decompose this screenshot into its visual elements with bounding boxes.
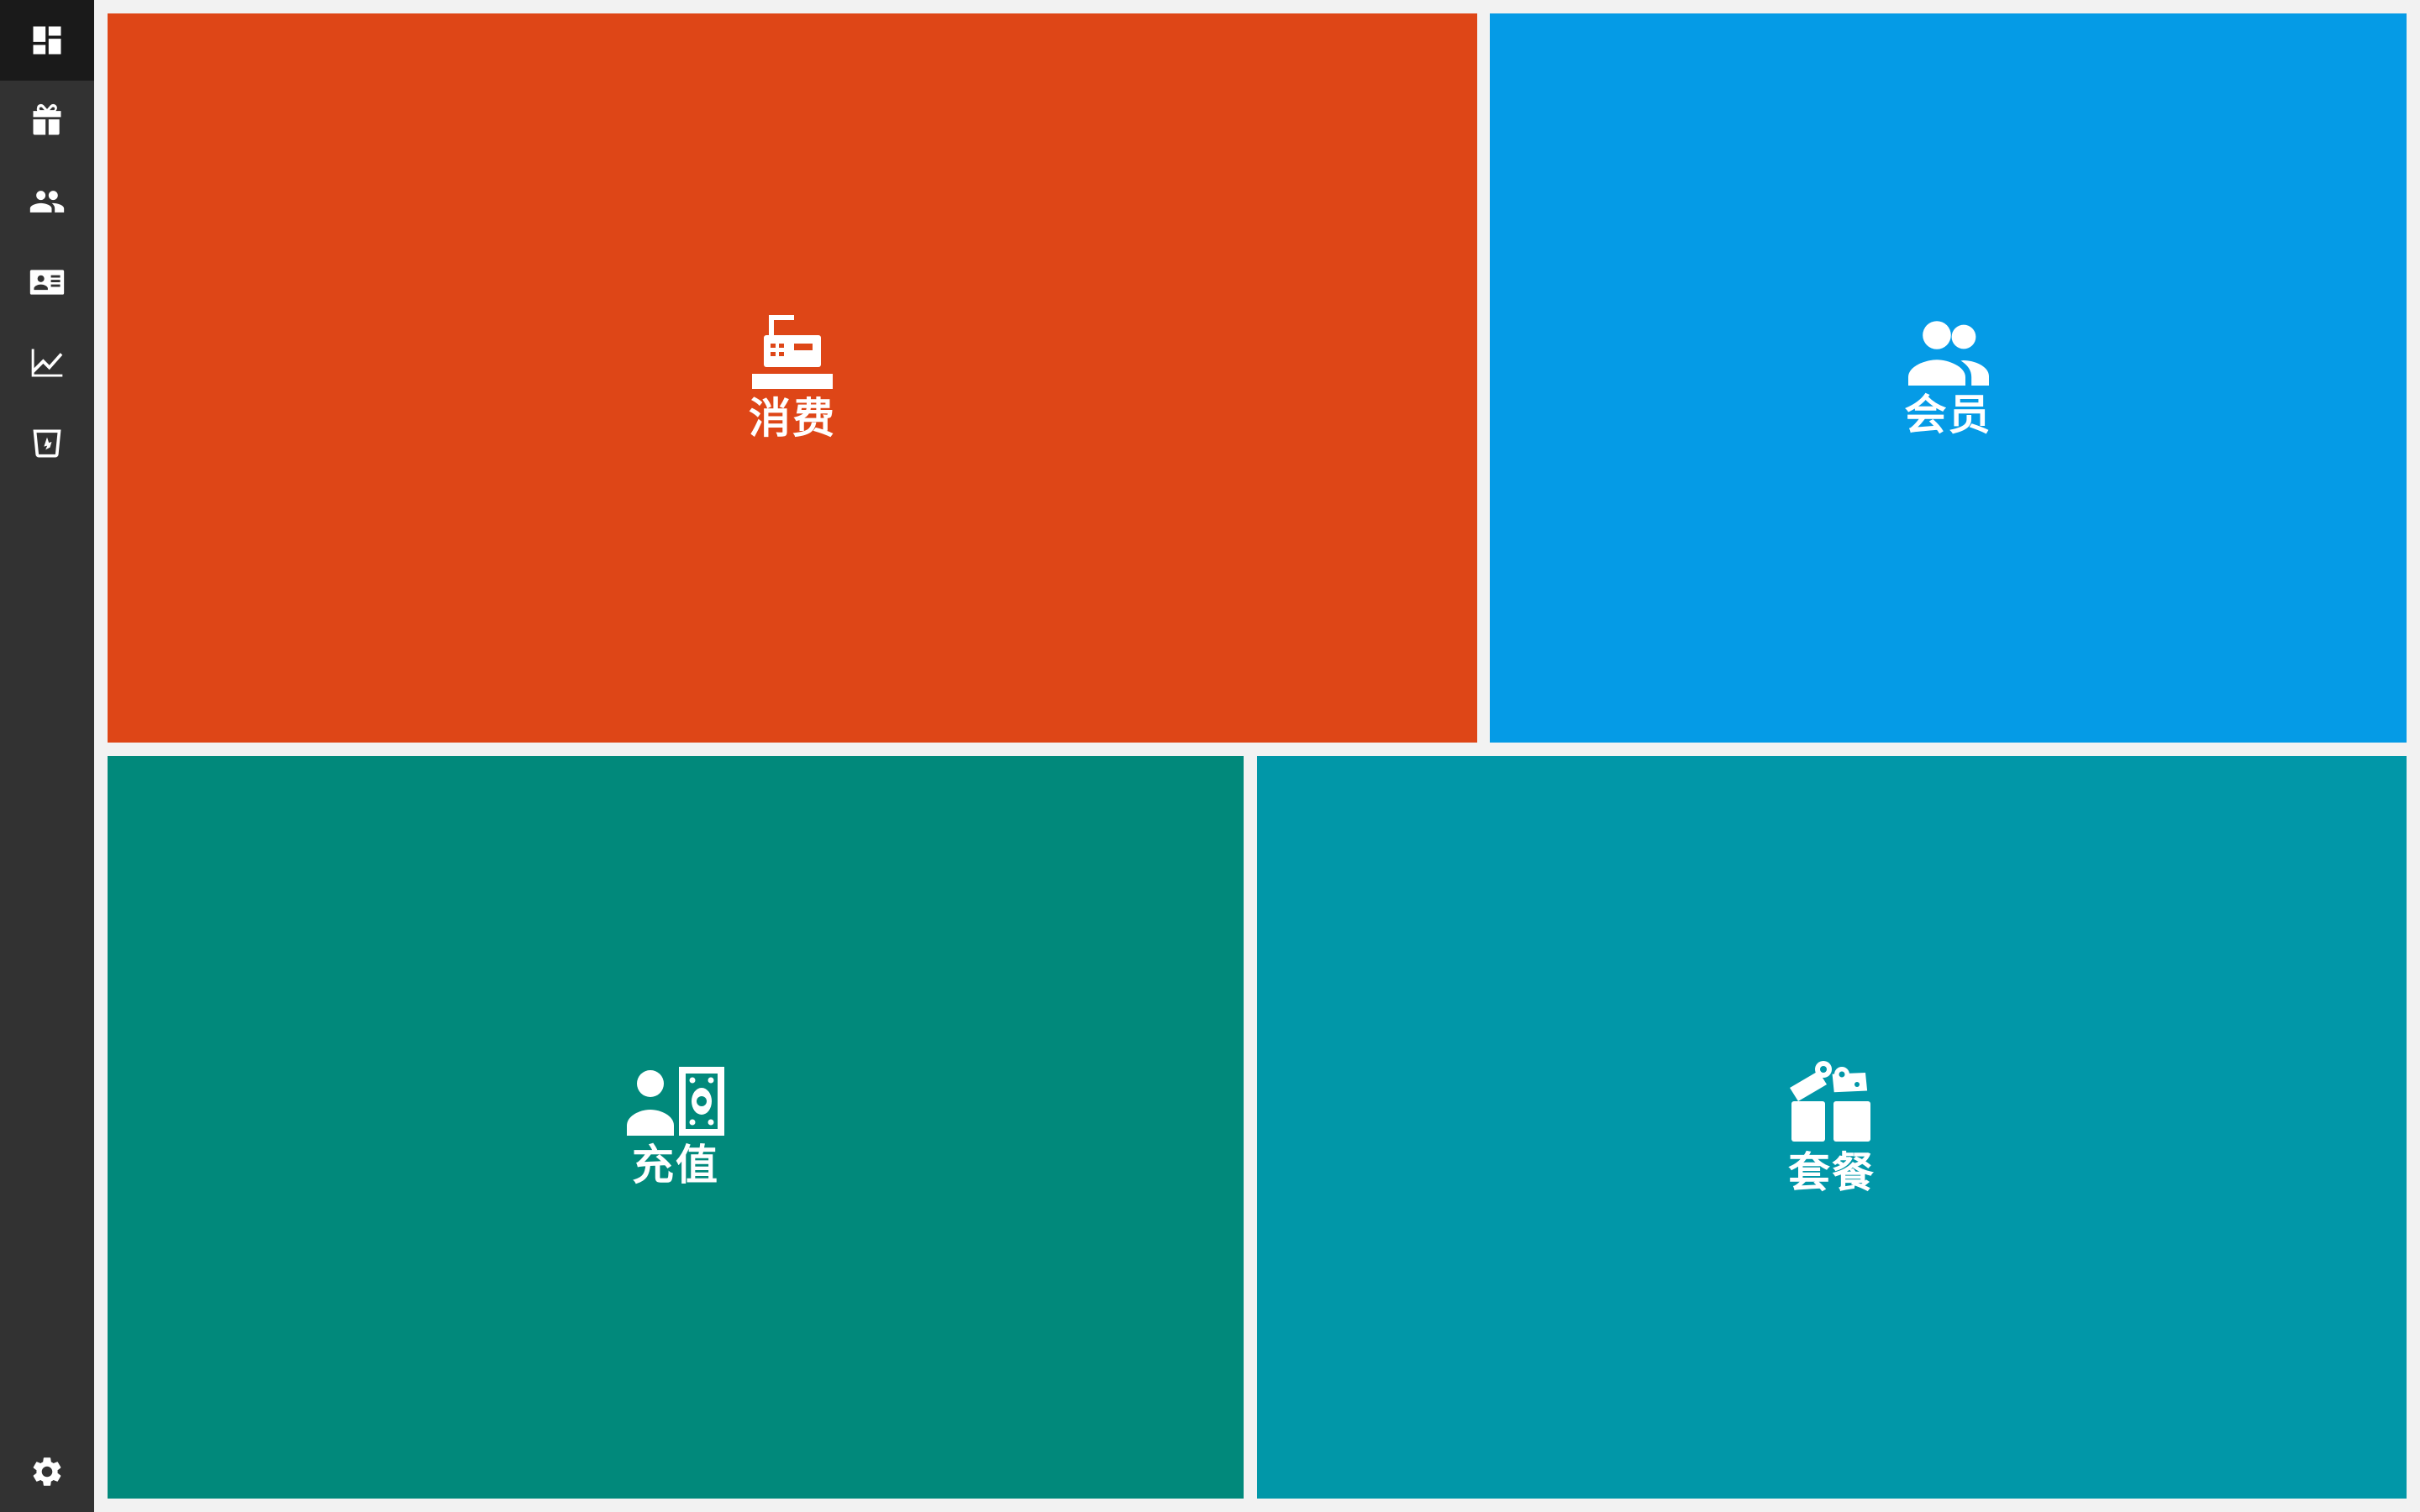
sidebar-item-dashboard[interactable] xyxy=(0,0,94,81)
shopping-bag-icon xyxy=(33,429,61,458)
tile-label: 消费 xyxy=(749,393,836,443)
id-card-icon xyxy=(29,270,65,295)
line-chart-icon xyxy=(31,349,63,377)
sidebar-item-statistics[interactable] xyxy=(0,323,94,403)
sidebar-item-packages[interactable] xyxy=(0,81,94,161)
sidebar-item-cards[interactable] xyxy=(0,242,94,323)
people-icon xyxy=(29,191,65,213)
tile-packages[interactable]: 套餐 xyxy=(1257,756,2407,1499)
gear-icon xyxy=(33,1457,61,1486)
gift-icon xyxy=(33,103,61,135)
app-root: 消费 会员 充值 套餐 xyxy=(0,0,2420,1512)
sidebar-item-members[interactable] xyxy=(0,161,94,242)
sidebar xyxy=(0,0,94,1512)
tile-label: 充值 xyxy=(632,1140,719,1189)
sidebar-item-settings[interactable] xyxy=(0,1431,94,1512)
tile-recharge[interactable]: 充值 xyxy=(108,756,1244,1499)
gift-icon xyxy=(1790,1059,1874,1143)
tile-members[interactable]: 会员 xyxy=(1490,13,2407,743)
tile-consumption[interactable]: 消费 xyxy=(108,13,1477,743)
dashboard-icon xyxy=(33,26,61,55)
cash-register-icon xyxy=(752,314,833,389)
people-icon xyxy=(1907,318,1989,386)
person-money-icon xyxy=(627,1066,724,1136)
sidebar-item-orders[interactable] xyxy=(0,403,94,484)
tile-label: 会员 xyxy=(1904,390,1992,439)
tile-label: 套餐 xyxy=(1788,1147,1876,1197)
